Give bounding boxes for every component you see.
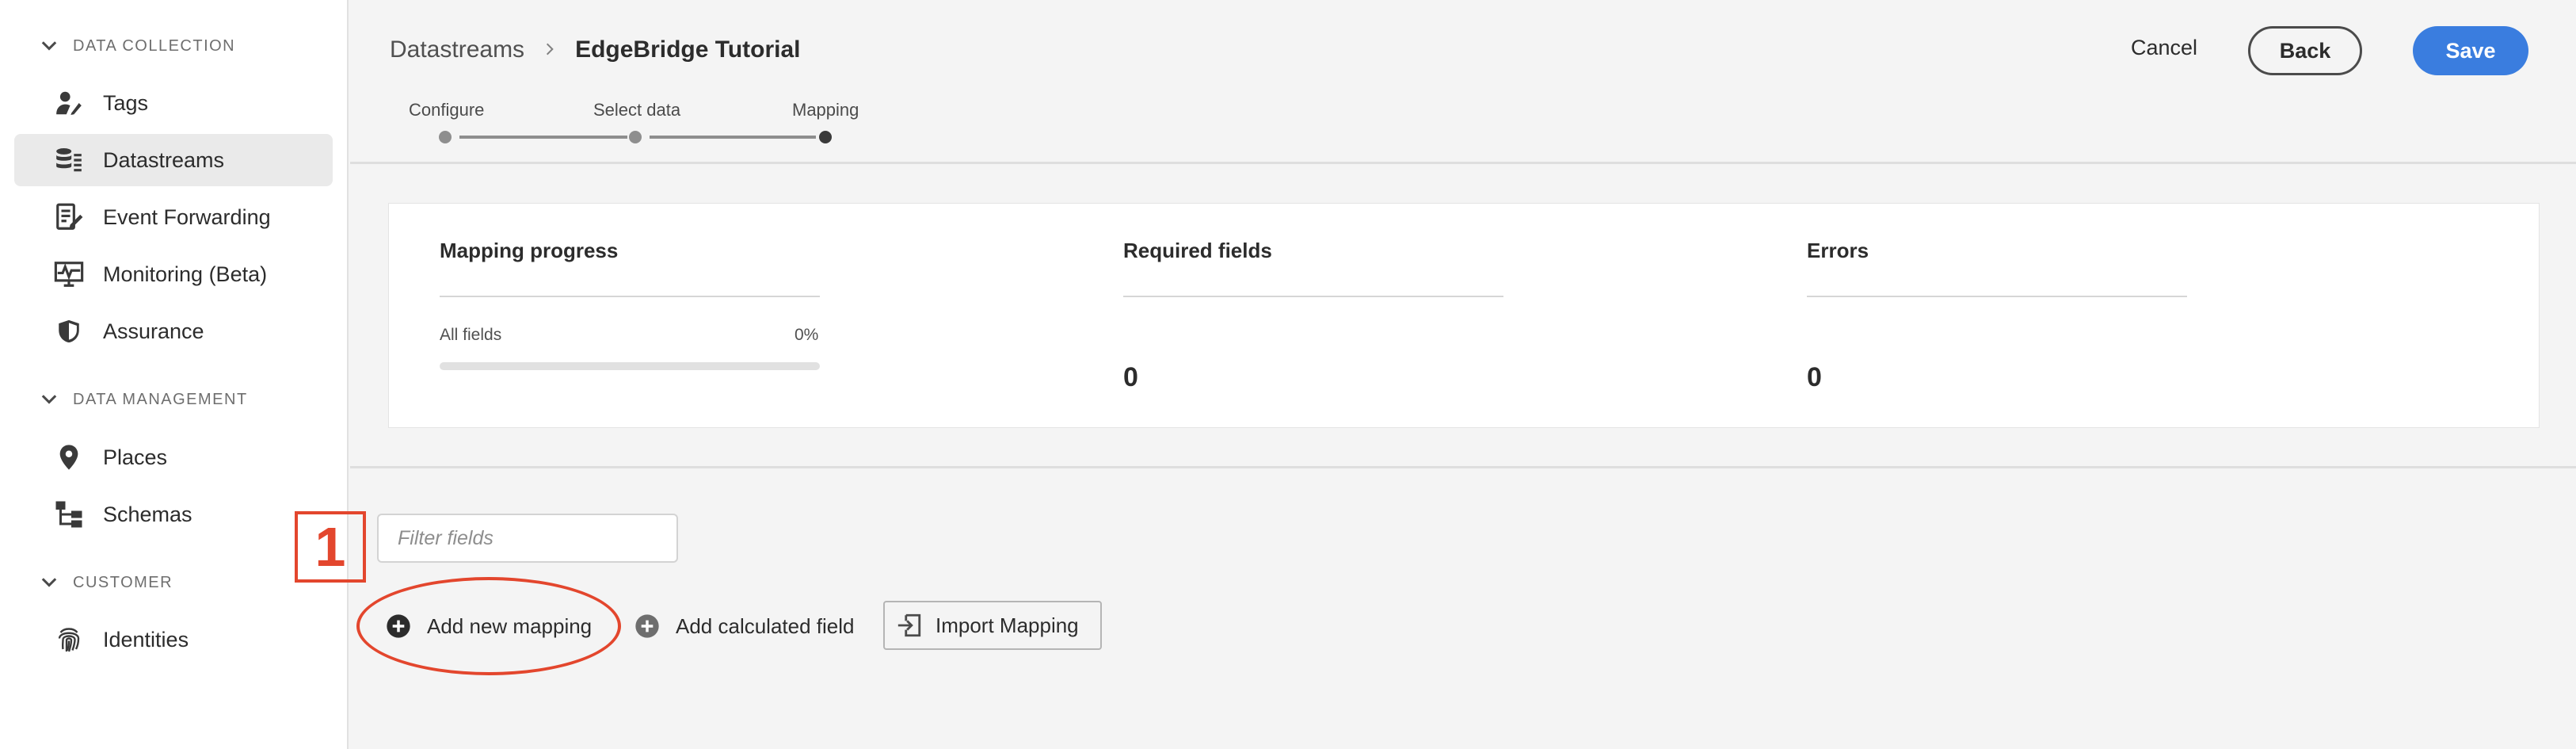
section-header-data-collection[interactable]: DATA COLLECTION bbox=[38, 30, 235, 62]
section-divider bbox=[350, 466, 2576, 468]
divider bbox=[1807, 296, 2187, 297]
sidebar-item-monitoring[interactable]: Monitoring (Beta) bbox=[14, 248, 333, 300]
schema-icon bbox=[54, 499, 84, 529]
add-circle-icon bbox=[634, 613, 660, 639]
all-fields-label: All fields bbox=[440, 326, 502, 344]
sidebar-item-label: Places bbox=[103, 445, 168, 469]
sidebar-item-label: Datastreams bbox=[103, 147, 225, 172]
section-title: CUSTOMER bbox=[73, 573, 173, 591]
tags-icon bbox=[54, 88, 84, 118]
sidebar-item-label: Tags bbox=[103, 90, 149, 115]
location-pin-icon bbox=[54, 442, 84, 472]
sidebar-item-label: Monitoring (Beta) bbox=[103, 262, 268, 286]
add-new-mapping-label: Add new mapping bbox=[427, 613, 593, 638]
step-dot-select-data[interactable] bbox=[629, 131, 642, 143]
section-header-customer[interactable]: CUSTOMER bbox=[38, 567, 173, 598]
annotation-step-number: 1 bbox=[295, 511, 366, 583]
step-label-configure[interactable]: Configure bbox=[409, 100, 484, 120]
sidebar-item-event-forwarding[interactable]: Event Forwarding bbox=[14, 191, 333, 243]
sidebar-item-places[interactable]: Places bbox=[14, 431, 333, 483]
sidebar-item-label: Schemas bbox=[103, 502, 192, 526]
save-button[interactable]: Save bbox=[2413, 26, 2528, 75]
back-button[interactable]: Back bbox=[2248, 26, 2362, 75]
sidebar-item-datastreams[interactable]: Datastreams bbox=[14, 134, 333, 186]
required-fields-title: Required fields bbox=[1123, 239, 1272, 262]
step-dot-configure[interactable] bbox=[439, 131, 452, 143]
event-forwarding-icon bbox=[54, 202, 84, 232]
page-title: EdgeBridge Tutorial bbox=[575, 36, 801, 63]
add-calculated-field-label: Add calculated field bbox=[676, 613, 855, 638]
add-calculated-field-button[interactable]: Add calculated field bbox=[634, 602, 854, 650]
sidebar: DATA COLLECTION Tags Datastreams Event F… bbox=[0, 0, 349, 749]
errors-title: Errors bbox=[1807, 239, 1869, 262]
breadcrumb: Datastreams EdgeBridge Tutorial bbox=[390, 36, 801, 63]
sidebar-item-label: Identities bbox=[103, 627, 189, 652]
datastreams-icon bbox=[54, 145, 84, 175]
add-new-mapping-button[interactable]: Add new mapping bbox=[386, 602, 592, 650]
divider bbox=[440, 296, 820, 297]
chevron-down-icon bbox=[41, 41, 57, 51]
section-header-data-management[interactable]: DATA MANAGEMENT bbox=[38, 384, 248, 415]
add-circle-icon bbox=[386, 613, 411, 639]
cancel-button[interactable]: Cancel bbox=[2131, 36, 2197, 60]
divider bbox=[1123, 296, 1503, 297]
import-icon bbox=[896, 612, 923, 639]
filter-fields-input[interactable] bbox=[377, 514, 678, 563]
sidebar-item-assurance[interactable]: Assurance bbox=[14, 305, 333, 357]
chevron-down-icon bbox=[41, 578, 57, 587]
step-dot-mapping[interactable] bbox=[819, 131, 832, 143]
shield-icon bbox=[54, 316, 84, 346]
chevron-right-icon bbox=[542, 38, 558, 63]
step-connector bbox=[459, 136, 627, 139]
sidebar-item-tags[interactable]: Tags bbox=[14, 77, 333, 129]
progress-percent: 0% bbox=[795, 326, 819, 344]
sidebar-item-label: Event Forwarding bbox=[103, 204, 271, 229]
step-label-select-data[interactable]: Select data bbox=[593, 100, 680, 120]
chevron-down-icon bbox=[41, 395, 57, 404]
mapping-progress-title: Mapping progress bbox=[440, 239, 619, 262]
fingerprint-icon bbox=[54, 625, 84, 655]
section-title: DATA MANAGEMENT bbox=[73, 390, 248, 408]
step-label-mapping[interactable]: Mapping bbox=[792, 100, 859, 120]
breadcrumb-link-datastreams[interactable]: Datastreams bbox=[390, 36, 524, 63]
import-mapping-label: Import Mapping bbox=[936, 613, 1079, 637]
sidebar-item-identities[interactable]: Identities bbox=[14, 613, 333, 666]
section-title: DATA COLLECTION bbox=[73, 36, 236, 55]
mapping-summary-card: Mapping progress All fields 0% Required … bbox=[388, 203, 2540, 428]
import-mapping-button[interactable]: Import Mapping bbox=[883, 601, 1102, 650]
step-connector bbox=[650, 136, 816, 139]
required-fields-count: 0 bbox=[1123, 362, 1138, 392]
errors-count: 0 bbox=[1807, 362, 1822, 392]
sidebar-item-schemas[interactable]: Schemas bbox=[14, 488, 333, 541]
monitoring-icon bbox=[54, 259, 84, 289]
page-header: Datastreams EdgeBridge Tutorial Configur… bbox=[350, 0, 2576, 164]
progress-bar bbox=[440, 362, 820, 370]
sidebar-item-label: Assurance bbox=[103, 319, 204, 343]
